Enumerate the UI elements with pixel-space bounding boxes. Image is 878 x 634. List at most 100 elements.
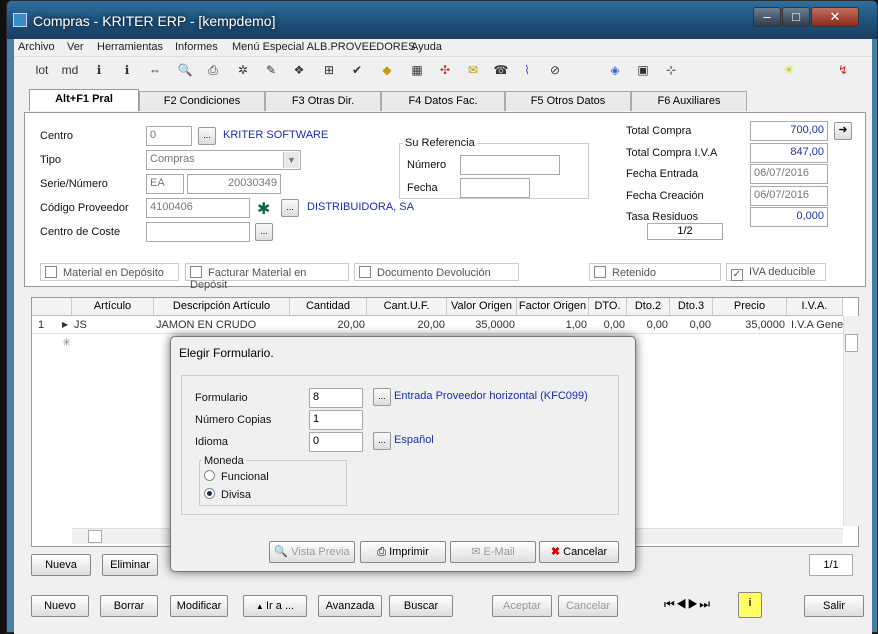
md-button[interactable]: md: [60, 61, 80, 79]
lot-button[interactable]: lot: [32, 61, 52, 79]
cell-valor-origen[interactable]: 35,0000: [447, 317, 517, 333]
ref-numero-input[interactable]: [460, 155, 560, 175]
cell-precio[interactable]: 35,0000: [713, 317, 787, 333]
print-icon[interactable]: ⎙: [204, 61, 222, 79]
close-button[interactable]: ✕: [811, 7, 859, 27]
info-button-icon[interactable]: i: [738, 592, 762, 618]
retenido-check[interactable]: Retenido: [589, 263, 721, 281]
first-record-icon[interactable]: ⏮: [664, 597, 676, 611]
cell-dto[interactable]: 0,00: [589, 317, 627, 333]
col-factor-origen[interactable]: Factor Origen: [517, 298, 589, 316]
vista-previa-button[interactable]: 🔍 Vista Previa: [269, 541, 355, 563]
last-record-icon[interactable]: ⏭: [699, 597, 711, 611]
formulario-lookup-button[interactable]: ...: [373, 388, 391, 406]
calendar-icon[interactable]: ▦: [408, 61, 426, 79]
proveedor-lookup-button[interactable]: ...: [281, 199, 299, 217]
ref-fecha-input[interactable]: [460, 178, 530, 198]
avanzada-button[interactable]: Avanzada: [318, 595, 382, 617]
tab-pral[interactable]: Alt+F1 Pral: [29, 89, 139, 111]
menu-especial[interactable]: Menú Especial ALB.PROVEEDORES: [232, 41, 415, 53]
check-icon[interactable]: ✔: [348, 61, 366, 79]
cell-descripcion[interactable]: JAMON EN CRUDO: [154, 317, 258, 333]
tag-icon[interactable]: ❖: [290, 61, 308, 79]
coste-lookup-button[interactable]: ...: [255, 223, 273, 241]
prev-record-icon[interactable]: ◀: [676, 597, 688, 611]
next-record-icon[interactable]: ▶: [688, 597, 700, 611]
dialog-cancelar-button[interactable]: ✖ Cancelar: [539, 541, 619, 563]
warning-icon[interactable]: ◆: [378, 61, 396, 79]
cell-iva[interactable]: I.V.A Gene: [789, 317, 843, 333]
divisa-radio[interactable]: Divisa: [204, 488, 251, 501]
grid-icon[interactable]: ⊹: [662, 61, 680, 79]
proveedor-input[interactable]: 4100406: [146, 198, 250, 218]
preview-icon[interactable]: 🔍: [176, 61, 194, 79]
vertical-scrollbar[interactable]: [843, 316, 859, 526]
cell-articulo[interactable]: JS: [72, 317, 89, 333]
idioma-input[interactable]: 0: [309, 432, 363, 452]
tab-condiciones[interactable]: F2 Condiciones: [139, 91, 265, 111]
menu-ayuda[interactable]: Ayuda: [411, 41, 442, 53]
maximize-button[interactable]: □: [782, 7, 810, 27]
col-dto3[interactable]: Dto.3: [670, 298, 713, 316]
serie-input[interactable]: EA: [146, 174, 184, 194]
eye-icon[interactable]: ◈: [606, 61, 624, 79]
cancelar-button[interactable]: Cancelar: [558, 595, 618, 617]
nuevo-button[interactable]: Nuevo: [31, 595, 89, 617]
col-cantidad[interactable]: Cantidad: [290, 298, 367, 316]
coste-input[interactable]: [146, 222, 250, 242]
scroll-thumb[interactable]: [845, 334, 858, 352]
formulario-input[interactable]: 8: [309, 388, 363, 408]
edit-icon[interactable]: ✎: [262, 61, 280, 79]
col-descripcion[interactable]: Descripción Artículo: [154, 298, 290, 316]
documento-devolucion-check[interactable]: Documento Devolución: [354, 263, 519, 281]
menu-ver[interactable]: Ver: [67, 41, 84, 53]
info-icon[interactable]: ℹ: [90, 61, 108, 79]
col-precio[interactable]: Precio: [713, 298, 787, 316]
tree-icon[interactable]: ⊞: [320, 61, 338, 79]
col-cant-uf[interactable]: Cant.U.F.: [367, 298, 447, 316]
nueva-button[interactable]: Nueva: [31, 554, 91, 576]
cell-dto3[interactable]: 0,00: [670, 317, 713, 333]
menu-herramientas[interactable]: Herramientas: [97, 41, 163, 53]
minimize-button[interactable]: –: [753, 7, 781, 27]
table-row[interactable]: 1 ▶ JS JAMON EN CRUDO 20,00 20,00 35,000…: [32, 316, 843, 334]
facturar-material-check[interactable]: Facturar Material en Depósit: [185, 263, 349, 291]
ira-button[interactable]: ▲ Ir a ...: [243, 595, 307, 617]
centro-lookup-button[interactable]: ...: [198, 127, 216, 145]
salir-button[interactable]: Salir: [804, 595, 864, 617]
chevron-down-icon[interactable]: ▼: [283, 152, 299, 168]
attach-icon[interactable]: ⊘: [546, 61, 564, 79]
idioma-lookup-button[interactable]: ...: [373, 432, 391, 450]
fecha-entrada-value[interactable]: 06/07/2016: [750, 164, 828, 184]
menu-informes[interactable]: Informes: [175, 41, 218, 53]
tools-icon[interactable]: ✣: [436, 61, 454, 79]
col-dto2[interactable]: Dto.2: [627, 298, 670, 316]
spark-icon[interactable]: ✲: [234, 61, 252, 79]
phone-icon[interactable]: ☎: [492, 61, 510, 79]
col-iva[interactable]: I.V.A.: [787, 298, 843, 316]
centro-input[interactable]: 0: [146, 126, 192, 146]
col-articulo[interactable]: Artículo: [72, 298, 154, 316]
col-dto[interactable]: DTO.: [589, 298, 627, 316]
aceptar-button[interactable]: Aceptar: [492, 595, 552, 617]
cell-cant-uf[interactable]: 20,00: [367, 317, 447, 333]
clip-icon[interactable]: ⌇: [518, 61, 536, 79]
numero-input[interactable]: 20030349: [187, 174, 281, 194]
cell-dto2[interactable]: 0,00: [627, 317, 670, 333]
tab-auxiliares[interactable]: F6 Auxiliares: [631, 91, 747, 111]
asterisk-icon[interactable]: ✱: [257, 199, 270, 219]
material-deposito-check[interactable]: Material en Depósito: [40, 263, 179, 281]
imprimir-button[interactable]: ⎙ Imprimir: [360, 541, 446, 563]
info2-icon[interactable]: ℹ: [118, 61, 136, 79]
link-icon[interactable]: ⇔: [146, 61, 164, 79]
lightbulb-icon[interactable]: ☀: [780, 61, 798, 79]
modificar-button[interactable]: Modificar: [170, 595, 228, 617]
arrow-right-icon[interactable]: ➜: [834, 122, 852, 140]
eliminar-button[interactable]: Eliminar: [102, 554, 158, 576]
buscar-button[interactable]: Buscar: [389, 595, 453, 617]
tipo-select[interactable]: Compras: [146, 150, 301, 170]
cell-cantidad[interactable]: 20,00: [290, 317, 367, 333]
tab-otras-dir[interactable]: F3 Otras Dir.: [265, 91, 381, 111]
col-valor-origen[interactable]: Valor Origen: [447, 298, 517, 316]
iva-deducible-check[interactable]: ✓ IVA deducible: [726, 263, 826, 281]
